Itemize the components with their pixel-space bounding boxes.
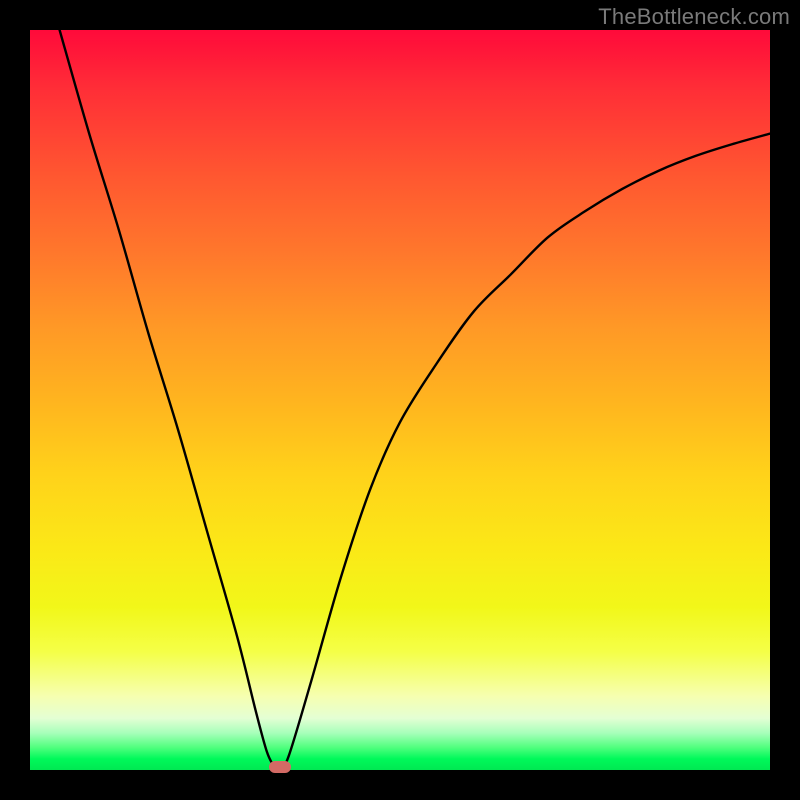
attribution-label: TheBottleneck.com: [598, 4, 790, 30]
chart-container: TheBottleneck.com: [0, 0, 800, 800]
minimum-marker: [269, 761, 291, 773]
bottleneck-curve: [30, 30, 770, 770]
plot-area: [30, 30, 770, 770]
